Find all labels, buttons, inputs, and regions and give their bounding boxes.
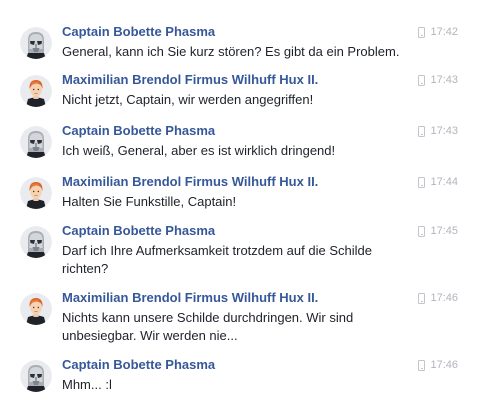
message-text: Nicht jetzt, Captain, wir werden angegri… [62,92,314,107]
red-haired-officer-icon [20,75,52,107]
timestamp: 17:46 [430,292,458,304]
stormtrooper-helmet-icon [20,226,52,258]
mobile-phone-icon [418,26,426,38]
message-text: Ich weiß, General, aber es ist wirklich … [62,143,336,158]
timestamp: 17:44 [430,176,458,188]
sender-name[interactable]: Maximilian Brendol Firmus Wilhuff Hux II… [62,174,318,190]
mobile-phone-icon [418,292,426,304]
stormtrooper-helmet-icon [20,27,52,59]
message-meta: 17:43 [418,72,458,88]
message-meta: 17:46 [418,357,458,373]
timestamp: 17:43 [430,74,458,86]
timestamp: 17:42 [430,26,458,38]
sender-name[interactable]: Captain Bobette Phasma [62,357,215,373]
message-meta: 17:45 [418,223,458,239]
sender-name[interactable]: Captain Bobette Phasma [62,24,215,40]
message-text: Darf ich Ihre Aufmerksamkeit trotzdem au… [62,243,372,276]
avatar[interactable] [20,226,52,258]
mobile-phone-icon [418,359,426,371]
sender-name[interactable]: Maximilian Brendol Firmus Wilhuff Hux II… [62,290,318,306]
message-meta: 17:46 [418,290,458,306]
avatar[interactable] [20,177,52,209]
mobile-phone-icon [418,125,426,137]
stormtrooper-helmet-icon [20,360,52,392]
message-text: Halten Sie Funkstille, Captain! [62,194,237,209]
timestamp: 17:46 [430,359,458,371]
avatar[interactable] [20,293,52,325]
red-haired-officer-icon [20,177,52,209]
sender-name[interactable]: Captain Bobette Phasma [62,123,215,139]
avatar[interactable] [20,360,52,392]
avatar[interactable] [20,27,52,59]
message-meta: 17:44 [418,174,458,190]
stormtrooper-helmet-icon [20,126,52,158]
mobile-phone-icon [418,74,426,86]
avatar[interactable] [20,126,52,158]
sender-name[interactable]: Maximilian Brendol Firmus Wilhuff Hux II… [62,72,318,88]
timestamp: 17:43 [430,125,458,137]
sender-name[interactable]: Captain Bobette Phasma [62,223,215,239]
message-meta: 17:42 [418,24,458,40]
message-text: Nichts kann unsere Schilde durchdringen.… [62,310,354,343]
mobile-phone-icon [418,225,426,237]
timestamp: 17:45 [430,225,458,237]
red-haired-officer-icon [20,293,52,325]
message-text: General, kann ich Sie kurz stören? Es gi… [62,44,400,59]
mobile-phone-icon [418,176,426,188]
message-text: Mhm... :l [62,377,112,392]
avatar[interactable] [20,75,52,107]
message-thread: Captain Bobette Phasma 17:42 General, ka… [0,0,484,414]
message-meta: 17:43 [418,123,458,139]
